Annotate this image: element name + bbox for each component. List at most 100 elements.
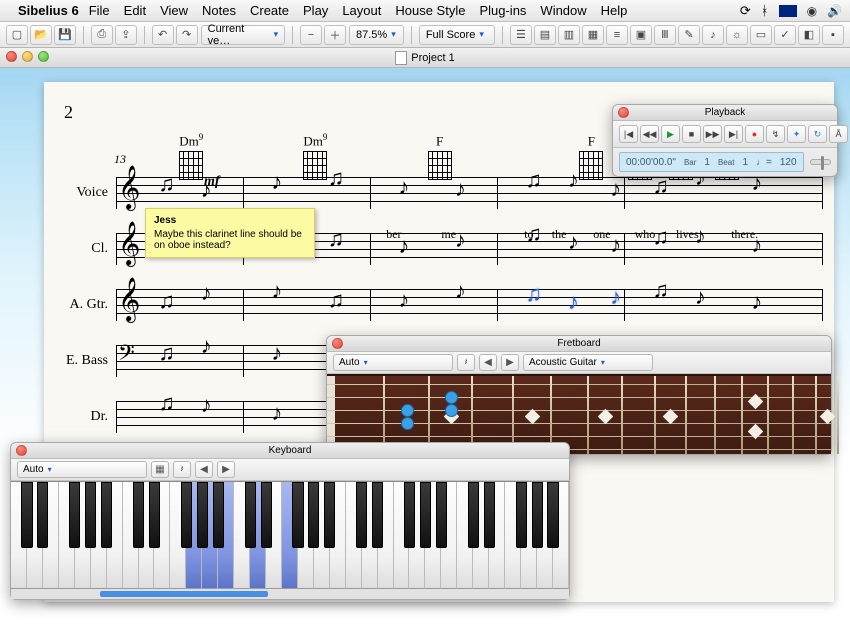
menu-view[interactable]: View — [160, 3, 188, 18]
record-button[interactable]: ● — [745, 125, 764, 143]
zoom-window-button[interactable] — [38, 51, 49, 62]
time-display[interactable]: 00:00'00.0" Bar 1 Beat 1 ♩=120 — [619, 152, 804, 172]
note[interactable]: ♫ — [525, 283, 539, 305]
export-button[interactable]: ⇪ — [115, 25, 137, 45]
piano-black-key[interactable] — [261, 482, 272, 548]
note[interactable]: ♪ — [201, 335, 209, 357]
piano-black-key[interactable] — [101, 482, 112, 548]
score-select[interactable]: Full Score▾ — [419, 25, 495, 45]
piano-black-key[interactable] — [213, 482, 224, 548]
playback-panel-title[interactable]: Playback — [613, 105, 837, 121]
open-button[interactable]: 📂 — [30, 25, 52, 45]
zoom-select[interactable]: 87.5%▾ — [349, 25, 404, 45]
note[interactable]: ♪ — [568, 291, 576, 313]
panel-ideas-icon[interactable]: ✎ — [678, 25, 700, 45]
piano-black-key[interactable] — [181, 482, 192, 548]
note[interactable]: ♪ — [271, 171, 279, 193]
tempo-slider[interactable] — [810, 159, 831, 165]
note[interactable]: ♫ — [653, 279, 667, 301]
panel-hide-icon[interactable]: ▪ — [822, 25, 844, 45]
input-language-icon[interactable] — [779, 5, 797, 17]
piano-black-key[interactable] — [484, 482, 495, 548]
note[interactable]: ♫ — [525, 169, 539, 191]
lyric-word[interactable]: me — [441, 227, 456, 242]
go-start-button[interactable]: |◀ — [619, 125, 638, 143]
menu-create[interactable]: Create — [250, 3, 289, 18]
fretboard-note-dot[interactable] — [445, 391, 458, 404]
lyric-word[interactable]: there. — [731, 227, 758, 242]
note[interactable]: ♪ — [271, 342, 279, 364]
rewind-button[interactable]: ◀◀ — [640, 125, 659, 143]
panel-navigator-icon[interactable]: ◧ — [798, 25, 820, 45]
piano-black-key[interactable] — [85, 482, 96, 548]
staff[interactable]: 𝄞♫♪♪♫♪♪♫♪♪♫♪♪ — [116, 177, 822, 209]
piano-black-key[interactable] — [149, 482, 160, 548]
keyboard-mode-select[interactable]: Auto▾ — [17, 461, 147, 478]
panel-mixer-icon[interactable]: Ⅲ — [654, 25, 676, 45]
menu-notes[interactable]: Notes — [202, 3, 236, 18]
bluetooth-icon[interactable]: ᚼ — [761, 3, 769, 18]
note[interactable]: ♪ — [455, 280, 463, 302]
piano-black-key[interactable] — [133, 482, 144, 548]
volume-icon[interactable]: 🔊 — [827, 4, 842, 18]
note[interactable]: ♫ — [653, 175, 667, 197]
note[interactable]: ♪ — [455, 229, 463, 251]
close-window-button[interactable] — [6, 51, 17, 62]
note[interactable]: ♪ — [610, 286, 618, 308]
panel-parts-icon[interactable]: ♪ — [702, 25, 724, 45]
lyric-word[interactable]: to — [524, 227, 533, 242]
panel-compare-icon[interactable]: ☼ — [726, 25, 748, 45]
panel-playback-icon[interactable]: ▣ — [630, 25, 652, 45]
chord-symbol[interactable]: F — [579, 132, 603, 179]
note[interactable]: ♪ — [455, 178, 463, 200]
sync-icon[interactable]: ⟳ — [740, 3, 751, 19]
note[interactable]: ♫ — [158, 173, 172, 195]
piano-black-key[interactable] — [436, 482, 447, 548]
stop-button[interactable]: ■ — [682, 125, 701, 143]
piano-black-key[interactable] — [404, 482, 415, 548]
piano-black-key[interactable] — [372, 482, 383, 548]
lyric-word[interactable]: one — [593, 227, 610, 242]
piano-black-key[interactable] — [516, 482, 527, 548]
note[interactable]: ♫ — [328, 228, 342, 250]
fretboard-note-dot[interactable] — [401, 404, 414, 417]
note[interactable]: ♪ — [751, 291, 759, 313]
staff[interactable]: 𝄞♫♪♪♫♪♪♫♪♪♫♪♪ — [116, 289, 822, 321]
piano-black-key[interactable] — [308, 482, 319, 548]
version-select[interactable]: Current ve…▾ — [201, 25, 286, 45]
redo-button[interactable]: ↷ — [176, 25, 198, 45]
note[interactable]: ♪ — [610, 234, 618, 256]
menu-plugins[interactable]: Plug-ins — [479, 3, 526, 18]
keyboard-rest-toggle[interactable]: 𝄽 — [173, 461, 191, 478]
piano-black-key[interactable] — [69, 482, 80, 548]
note[interactable]: ♪ — [201, 394, 209, 416]
fretboard-note-dot[interactable] — [401, 417, 414, 430]
piano-black-key[interactable] — [532, 482, 543, 548]
chord-symbol[interactable]: Dm9 — [179, 132, 203, 179]
note[interactable]: ♪ — [398, 176, 406, 198]
play-button[interactable]: ▶ — [661, 125, 680, 143]
close-icon[interactable] — [16, 445, 27, 456]
keyboard-nav-prev[interactable]: ◀ — [195, 461, 213, 478]
comment-note[interactable]: Jess Maybe this clarinet line should be … — [145, 208, 315, 258]
menu-help[interactable]: Help — [601, 3, 628, 18]
fretboard-mode-select[interactable]: Auto▾ — [333, 354, 453, 371]
menu-play[interactable]: Play — [303, 3, 328, 18]
piano-black-key[interactable] — [21, 482, 32, 548]
zoom-in-button[interactable]: ＋ — [324, 25, 346, 45]
piano-black-key[interactable] — [547, 482, 558, 548]
piano-display[interactable] — [11, 481, 569, 589]
lyric-word[interactable]: ber — [386, 227, 401, 242]
chord-symbol[interactable]: F — [428, 132, 452, 179]
lyric-word[interactable]: lives — [676, 227, 699, 242]
app-name[interactable]: Sibelius 6 — [18, 3, 79, 18]
fast-forward-button[interactable]: ▶▶ — [703, 125, 722, 143]
piano-black-key[interactable] — [356, 482, 367, 548]
menu-edit[interactable]: Edit — [124, 3, 146, 18]
note[interactable]: ♫ — [158, 290, 172, 312]
menu-window[interactable]: Window — [540, 3, 586, 18]
zoom-out-button[interactable]: − — [300, 25, 322, 45]
note[interactable]: ♪ — [610, 178, 618, 200]
print-button[interactable]: ⎙ — [91, 25, 113, 45]
note[interactable]: ♫ — [328, 289, 342, 311]
